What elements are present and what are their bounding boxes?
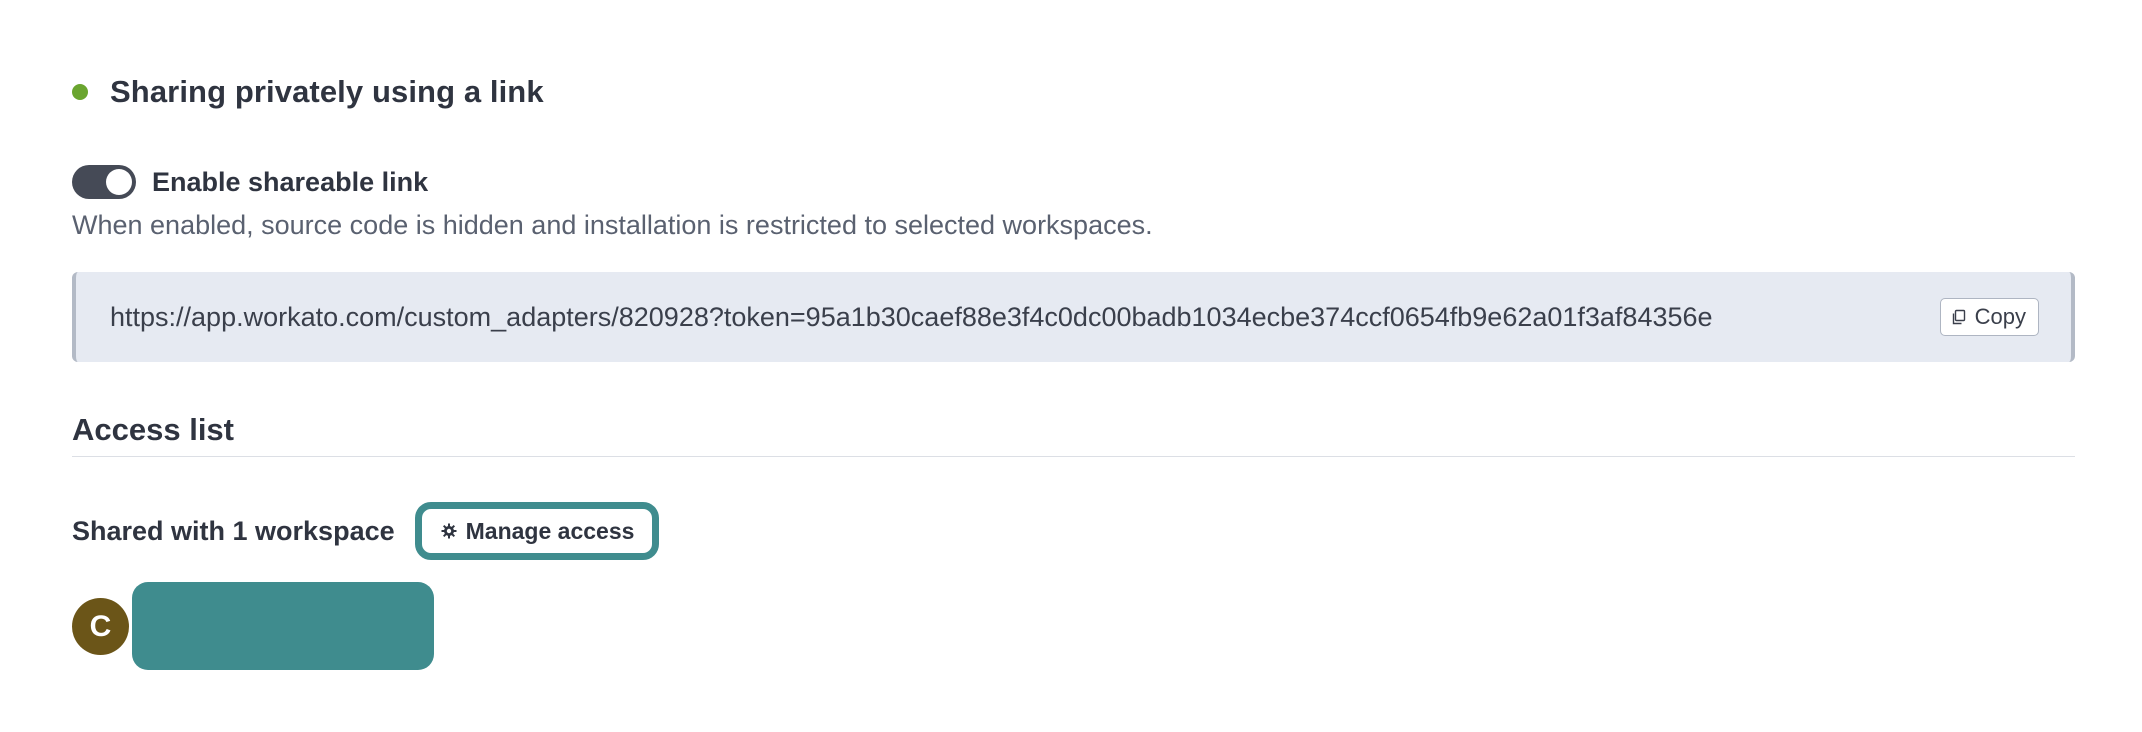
copy-button-label: Copy <box>1974 304 2026 329</box>
shared-with-row: Shared with 1 workspace Manage access <box>72 502 660 560</box>
manage-access-label: Manage access <box>465 517 635 544</box>
shareable-link-url[interactable]: https://app.workato.com/custom_adapters/… <box>110 272 1713 362</box>
sharing-panel: Sharing privately using a link Enable sh… <box>72 0 2075 732</box>
workspace-avatar: C <box>72 598 129 655</box>
access-list-divider <box>72 456 2075 457</box>
shareable-link-help-text: When enabled, source code is hidden and … <box>72 210 1153 240</box>
gear-icon <box>440 522 458 540</box>
sharing-status-title: Sharing privately using a link <box>110 74 544 109</box>
shared-with-count: Shared with 1 workspace <box>72 515 395 546</box>
status-dot-icon <box>72 84 88 100</box>
shareable-link-box: https://app.workato.com/custom_adapters/… <box>72 272 2075 362</box>
copy-icon <box>1949 307 1969 327</box>
sharing-status-header: Sharing privately using a link <box>72 70 544 114</box>
toggle-knob <box>106 169 132 195</box>
shareable-link-toggle-label: Enable shareable link <box>152 166 429 197</box>
access-list-title: Access list <box>72 412 234 447</box>
shareable-link-toggle-row: Enable shareable link <box>72 162 428 202</box>
manage-access-button[interactable]: Manage access <box>414 502 660 560</box>
copy-link-button[interactable]: Copy <box>1939 298 2039 336</box>
workspace-name-redacted <box>132 582 434 670</box>
shareable-link-toggle[interactable] <box>72 165 136 199</box>
